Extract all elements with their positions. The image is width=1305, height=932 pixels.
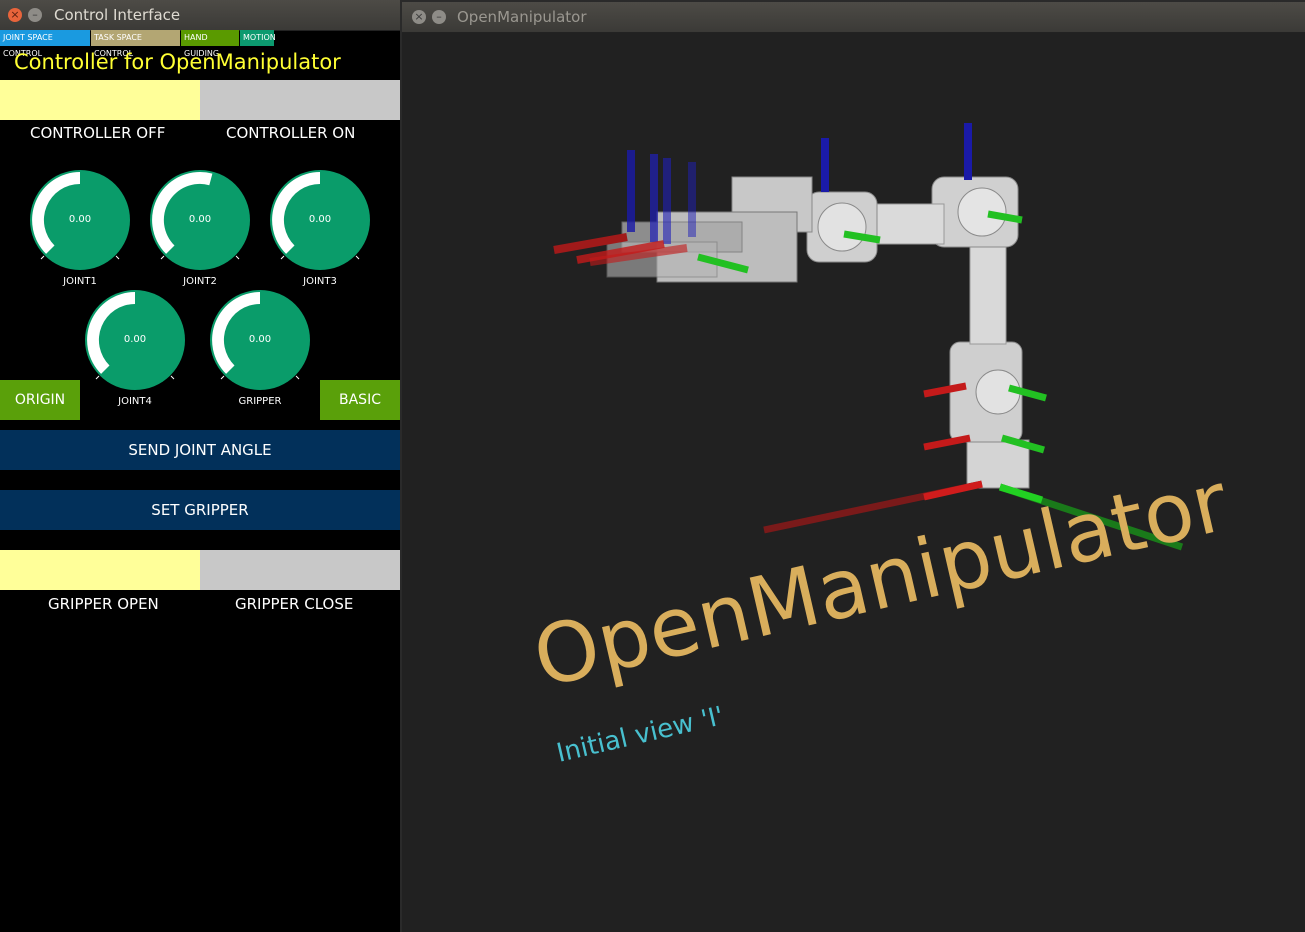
close-window-button[interactable]: ×: [8, 8, 22, 22]
3d-viewport[interactable]: OpenManipulator Initial view 'I': [402, 32, 1305, 932]
dial-value: 0.00: [123, 334, 147, 345]
gripper-close-label: GRIPPER CLOSE: [235, 595, 354, 613]
minimize-window-button[interactable]: –: [432, 10, 446, 24]
origin-button[interactable]: ORIGIN: [0, 380, 80, 420]
close-icon: ×: [10, 8, 20, 21]
controller-on-label: CONTROLLER ON: [226, 124, 356, 142]
dial-value: 0.00: [248, 334, 272, 345]
dial-label: JOINT3: [303, 276, 337, 287]
dial-label: GRIPPER: [238, 396, 282, 407]
page-title: Controller for OpenManipulator: [14, 50, 341, 74]
openmanipulator-viewer-window: × – OpenManipulator OpenManipulator Init…: [402, 2, 1305, 932]
controller-toggle: [0, 80, 400, 120]
dial-label: JOINT4: [118, 396, 152, 407]
tab-task-space-control[interactable]: TASK SPACE CONTROL: [91, 30, 180, 58]
controller-on-toggle[interactable]: [200, 80, 400, 120]
controller-off-toggle[interactable]: [0, 80, 200, 120]
dial-label: JOINT1: [63, 276, 97, 287]
close-window-button[interactable]: ×: [412, 10, 426, 24]
dial-label: JOINT2: [183, 276, 217, 287]
dial-value: 0.00: [308, 214, 332, 225]
minimize-icon: –: [436, 10, 442, 23]
set-gripper-button[interactable]: SET GRIPPER: [0, 490, 400, 530]
joint2-dial[interactable]: 0.00 JOINT2: [150, 170, 260, 296]
close-icon: ×: [414, 10, 424, 23]
tab-bar: JOINT SPACE CONTROL TASK SPACE CONTROL H…: [0, 30, 276, 58]
controller-off-label: CONTROLLER OFF: [30, 124, 166, 142]
gripper-open-label: GRIPPER OPEN: [48, 595, 159, 613]
joint1-dial[interactable]: 0.00 JOINT1: [30, 170, 140, 296]
joint3-dial[interactable]: 0.00 JOINT3: [270, 170, 380, 296]
send-joint-angle-button[interactable]: SEND JOINT ANGLE: [0, 430, 400, 470]
tab-hand-guiding[interactable]: HAND GUIDING: [181, 30, 239, 58]
minimize-icon: –: [32, 8, 38, 21]
gripper-close-toggle[interactable]: [200, 550, 400, 590]
minimize-window-button[interactable]: –: [28, 8, 42, 22]
controller-toggle-labels: CONTROLLER OFF CONTROLLER ON: [0, 124, 400, 144]
control-titlebar[interactable]: × – Control Interface: [0, 0, 400, 31]
tab-motion[interactable]: MOTION: [240, 30, 276, 46]
window-title: OpenManipulator: [457, 8, 587, 26]
gripper-toggle-labels: GRIPPER OPEN GRIPPER CLOSE: [0, 595, 400, 615]
gripper-open-toggle[interactable]: [0, 550, 200, 590]
overlay-hint: Initial view 'I': [554, 701, 727, 769]
viewer-titlebar[interactable]: × – OpenManipulator: [402, 2, 1305, 33]
window-title: Control Interface: [54, 6, 181, 24]
control-interface-window: × – Control Interface JOINT SPACE CONTRO…: [0, 0, 400, 932]
gripper-toggle: [0, 550, 400, 590]
dial-value: 0.00: [68, 214, 92, 225]
gripper-dial[interactable]: 0.00 GRIPPER: [210, 290, 320, 416]
overlay-title: OpenManipulator: [525, 455, 1236, 707]
joint4-dial[interactable]: 0.00 JOINT4: [85, 290, 195, 416]
dial-value: 0.00: [188, 214, 212, 225]
basic-button[interactable]: BASIC: [320, 380, 400, 420]
tab-joint-space-control[interactable]: JOINT SPACE CONTROL: [0, 30, 90, 58]
